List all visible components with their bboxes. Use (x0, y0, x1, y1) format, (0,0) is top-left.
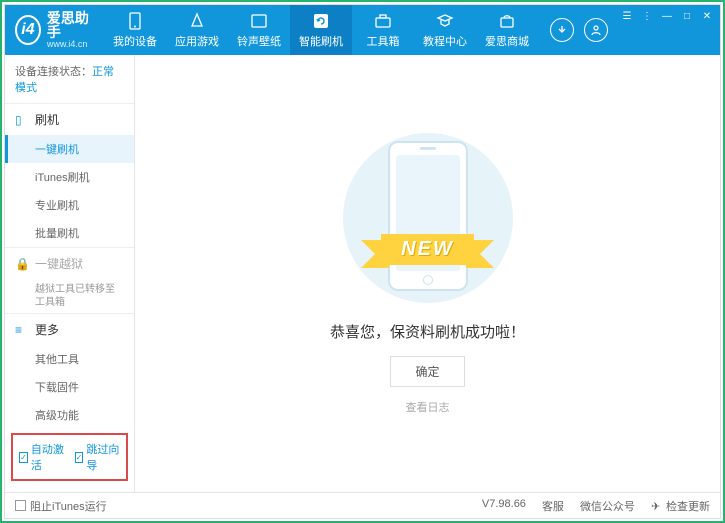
connection-status: 设备连接状态：正常模式 (5, 55, 134, 103)
version-label: V7.98.66 (482, 498, 526, 514)
sidebar-item-oneclick[interactable]: 一键刷机 (5, 135, 134, 163)
main-nav: 我的设备 应用游戏 铃声壁纸 智能刷机 工具箱 教程中心 爱思商城 (104, 5, 538, 55)
sidebar-item-advanced[interactable]: 高级功能 (5, 401, 134, 429)
success-message: 恭喜您，保资料刷机成功啦！ (330, 321, 525, 342)
app-title: 爱思助手 (47, 11, 94, 39)
check-auto-activate[interactable]: ✓自动激活 (19, 441, 65, 473)
logo[interactable]: i4 爱思助手 www.i4.cn (5, 5, 104, 55)
sidebar-item-itunes[interactable]: iTunes刷机 (5, 163, 134, 191)
sidebar-item-batch[interactable]: 批量刷机 (5, 219, 134, 247)
sidebar-item-other[interactable]: 其他工具 (5, 345, 134, 373)
window-controls: ☰ ⋮ — □ ✕ (620, 5, 720, 55)
settings-icon[interactable]: ⋮ (640, 9, 654, 23)
maximize-icon[interactable]: □ (680, 9, 694, 23)
new-ribbon: NEW (381, 234, 474, 265)
main-panel: NEW 恭喜您，保资料刷机成功啦！ 确定 查看日志 (135, 55, 720, 492)
device-info[interactable]: ▯iPhone 12 mini 64GB Down-12mini-13,1 (5, 485, 134, 492)
topbar: i4 爱思助手 www.i4.cn 我的设备 应用游戏 铃声壁纸 智能刷机 工具… (5, 5, 720, 55)
close-icon[interactable]: ✕ (700, 9, 714, 23)
nav-apps[interactable]: 应用游戏 (166, 5, 228, 55)
nav-toolbox[interactable]: 工具箱 (352, 5, 414, 55)
app-url: www.i4.cn (47, 39, 94, 49)
nav-my-device[interactable]: 我的设备 (104, 5, 166, 55)
phone-icon (126, 12, 144, 30)
sidebar-item-download[interactable]: 下载固件 (5, 373, 134, 401)
lock-icon: 🔒 (15, 257, 29, 271)
success-illustration: NEW (328, 133, 528, 303)
check-skip-guide[interactable]: ✓跳过向导 (75, 441, 121, 473)
check-block-itunes[interactable]: 阻止iTunes运行 (15, 498, 107, 514)
list-icon: ≡ (15, 323, 29, 337)
view-log-link[interactable]: 查看日志 (406, 399, 450, 415)
menu-icon[interactable]: ☰ (620, 9, 634, 23)
nav-tutorials[interactable]: 教程中心 (414, 5, 476, 55)
apps-icon (188, 12, 206, 30)
wechat-link[interactable]: 微信公众号 (580, 498, 635, 514)
tutorial-icon (436, 12, 454, 30)
user-icon[interactable] (584, 18, 608, 42)
logo-icon: i4 (15, 15, 41, 45)
sidebar: 设备连接状态：正常模式 ▯ 刷机 一键刷机 iTunes刷机 专业刷机 批量刷机… (5, 55, 135, 492)
phone-small-icon: ▯ (15, 113, 29, 127)
options-highlight: ✓自动激活 ✓跳过向导 (11, 433, 128, 481)
update-link[interactable]: ✈ 检查更新 (651, 498, 710, 514)
section-flash[interactable]: ▯ 刷机 (5, 104, 134, 135)
nav-store[interactable]: 爱思商城 (476, 5, 538, 55)
jailbreak-note: 越狱工具已转移至工具箱 (5, 279, 134, 313)
sidebar-item-pro[interactable]: 专业刷机 (5, 191, 134, 219)
plane-icon: ✈ (651, 500, 663, 512)
minimize-icon[interactable]: — (660, 9, 674, 23)
nav-flash[interactable]: 智能刷机 (290, 5, 352, 55)
nav-ringtones[interactable]: 铃声壁纸 (228, 5, 290, 55)
wallpaper-icon (250, 12, 268, 30)
download-icon[interactable] (550, 18, 574, 42)
statusbar: 阻止iTunes运行 V7.98.66 客服 微信公众号 ✈ 检查更新 (5, 492, 720, 518)
support-link[interactable]: 客服 (542, 498, 564, 514)
section-jailbreak[interactable]: 🔒 一键越狱 (5, 248, 134, 279)
refresh-icon (312, 12, 330, 30)
app-window: i4 爱思助手 www.i4.cn 我的设备 应用游戏 铃声壁纸 智能刷机 工具… (4, 4, 721, 519)
ok-button[interactable]: 确定 (390, 356, 464, 387)
store-icon (498, 12, 516, 30)
section-more[interactable]: ≡ 更多 (5, 314, 134, 345)
toolbox-icon (374, 12, 392, 30)
